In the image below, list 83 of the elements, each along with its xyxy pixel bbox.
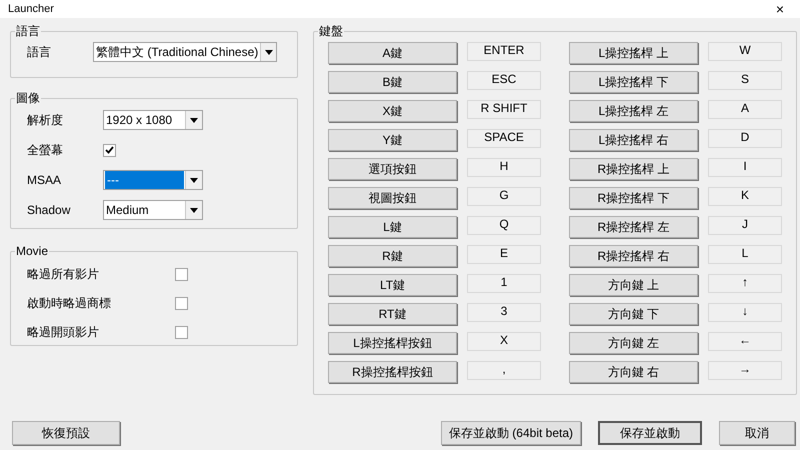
binding-button[interactable]: L操控搖桿 下 (569, 71, 698, 93)
group-label: 鍵盤 (318, 23, 344, 40)
key-field[interactable]: H (467, 158, 541, 177)
binding-button[interactable]: L操控搖桿 左 (569, 100, 698, 122)
binding-button[interactable]: A鍵 (328, 42, 457, 64)
dropdown[interactable]: --- (103, 170, 203, 190)
binding-button[interactable]: L操控搖桿 右 (569, 129, 698, 151)
option-label: 略過所有影片 (27, 266, 100, 283)
key-field[interactable]: ← (708, 332, 782, 351)
field-label: 解析度 (27, 112, 64, 129)
binding-button[interactable]: L操控搖桿 上 (569, 42, 698, 64)
save-launch-button[interactable]: 保存並啟動 (598, 421, 702, 445)
binding-button[interactable]: R操控搖桿 左 (569, 216, 698, 238)
binding-button[interactable]: R操控搖桿 右 (569, 245, 698, 267)
binding-button[interactable]: R操控搖桿 上 (569, 158, 698, 180)
key-field[interactable]: E (467, 245, 541, 264)
binding-button[interactable]: 方向鍵 左 (569, 332, 698, 354)
group-label: 語言 (15, 23, 41, 40)
close-button[interactable]: × (768, 2, 792, 16)
dropdown-value: 繁體中文 (Traditional Chinese) (95, 44, 260, 61)
binding-button[interactable]: 選項按鈕 (328, 158, 457, 180)
key-field[interactable]: J (708, 216, 782, 235)
binding-button[interactable]: 方向鍵 上 (569, 274, 698, 296)
binding-button[interactable]: L鍵 (328, 216, 457, 238)
binding-button[interactable]: R鍵 (328, 245, 457, 267)
checkbox[interactable] (175, 268, 188, 280)
field-label: 全螢幕 (27, 142, 64, 159)
group-label: Movie (15, 243, 50, 260)
group-label: 圖像 (15, 90, 41, 107)
caret-icon (264, 50, 273, 54)
binding-button[interactable]: RT鍵 (328, 303, 457, 325)
key-field[interactable]: 3 (467, 303, 541, 322)
key-field[interactable]: K (708, 187, 782, 206)
field-label: MSAA (27, 172, 62, 189)
key-field[interactable]: SPACE (467, 129, 541, 148)
key-field[interactable]: ↓ (708, 303, 782, 322)
binding-button[interactable]: L操控搖桿按鈕 (328, 332, 457, 354)
key-field[interactable]: ESC (467, 71, 541, 90)
dropdown[interactable]: 1920 x 1080 (103, 110, 203, 130)
dropdown[interactable]: Medium (103, 200, 203, 220)
caret-icon (190, 178, 198, 182)
binding-button[interactable]: LT鍵 (328, 274, 457, 296)
binding-button[interactable]: 視圖按鈕 (328, 187, 457, 209)
key-field[interactable]: , (467, 361, 541, 380)
dropdown-value: --- (105, 171, 184, 189)
key-field[interactable]: ENTER (467, 42, 541, 61)
key-field[interactable]: D (708, 129, 782, 148)
binding-button[interactable]: B鍵 (328, 71, 457, 93)
cancel-button[interactable]: 取消 (719, 421, 795, 445)
key-field[interactable]: S (708, 71, 782, 90)
key-field[interactable]: 1 (467, 274, 541, 293)
field-label: Shadow (27, 202, 72, 219)
checkbox[interactable] (103, 144, 116, 156)
save-launch-64bit-button[interactable]: 保存並啟動 (64bit beta) (441, 421, 581, 445)
option-label: 略過開頭影片 (27, 324, 100, 341)
key-field[interactable]: Q (467, 216, 541, 235)
field-label: 語言 (27, 44, 52, 61)
checkmark-icon (105, 146, 114, 154)
option-label: 啟動時略過商標 (27, 295, 112, 312)
binding-button[interactable]: X鍵 (328, 100, 457, 122)
binding-button[interactable]: 方向鍵 下 (569, 303, 698, 325)
caret-icon (190, 118, 198, 122)
checkbox[interactable] (175, 296, 188, 310)
caret-icon (190, 208, 198, 212)
binding-button[interactable]: Y鍵 (328, 129, 457, 151)
reset-button[interactable]: 恢復預設 (12, 421, 120, 445)
key-field[interactable]: G (467, 187, 541, 206)
binding-button[interactable]: R操控搖桿按鈕 (328, 361, 457, 383)
dropdown[interactable]: 繁體中文 (Traditional Chinese) (93, 42, 277, 62)
key-field[interactable]: I (708, 158, 782, 177)
checkbox[interactable] (175, 326, 188, 338)
key-field[interactable]: W (708, 42, 782, 61)
key-field[interactable]: X (467, 332, 541, 351)
binding-button[interactable]: 方向鍵 右 (569, 361, 698, 383)
key-field[interactable]: ↑ (708, 274, 782, 293)
key-field[interactable]: L (708, 245, 782, 264)
key-field[interactable]: → (708, 361, 782, 380)
key-field[interactable]: R SHIFT (467, 100, 541, 119)
window-title: Launcher (8, 4, 54, 14)
binding-button[interactable]: R操控搖桿 下 (569, 187, 698, 209)
dropdown-value: Medium (105, 202, 150, 219)
dropdown-value: 1920 x 1080 (105, 112, 174, 129)
key-field[interactable]: A (708, 100, 782, 119)
